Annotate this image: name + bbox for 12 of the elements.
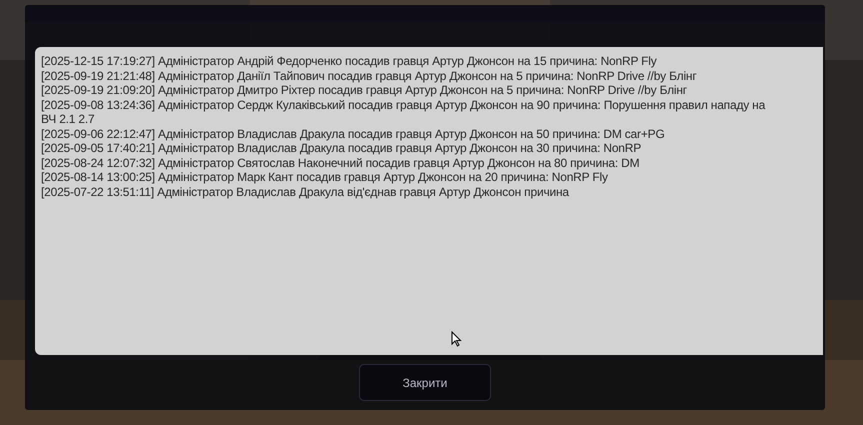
log-line: [2025-09-19 21:21:48] Адміністратор Даніїл Тайпович посадив гравця Артур Джонсон на 5 причина: NonRP Drive //by Блінг [41,68,698,83]
log-line: ВЧ 2.1 2.7 [41,112,96,126]
close-button[interactable]: Закрити [359,364,491,401]
log-line: [2025-08-24 12:07:32] Адміністратор Святослав Наконечний посадив гравця Артур Джонсон на 80 причина: DM [41,156,640,170]
log-line: [2025-09-19 21:09:20] Адміністратор Дмитро Ріхтер посадив гравця Артур Джонсон на 5 причина: NonRP Drive //by Блінг [41,83,688,98]
log-line: [2025-09-08 13:24:36] Адміністратор Сердж Кулаківський посадив гравця Артур Джонсон на 90 причина: Порушення правил нападу на [41,98,766,112]
log-line: [2025-09-05 17:40:21] Адміністратор Владислав Дракула посадив гравця Артур Джонсон на 30 причина: NonRP [41,141,642,156]
log-line: [2025-09-06 22:12:47] Адміністратор Владислав Дракула посадив гравця Артур Джонсон на 50 причина: DM car+PG [41,126,666,141]
cursor-icon [451,331,462,347]
log-line: [2025-08-14 13:00:25] Адміністратор Марк Кант посадив гравця Артур Джонсон на 20 причина: NonRP Fly [41,170,609,184]
log-line: [2025-07-22 13:51:11] Адміністратор Владислав Дракула від'єднав гравця Артур Джонсон причина [41,184,570,199]
log-line: [2025-12-15 17:19:27] Адміністратор Андрій Федорченко посадив гравця Артур Джонсон на 15 причина: NonRP Fly [41,54,658,68]
